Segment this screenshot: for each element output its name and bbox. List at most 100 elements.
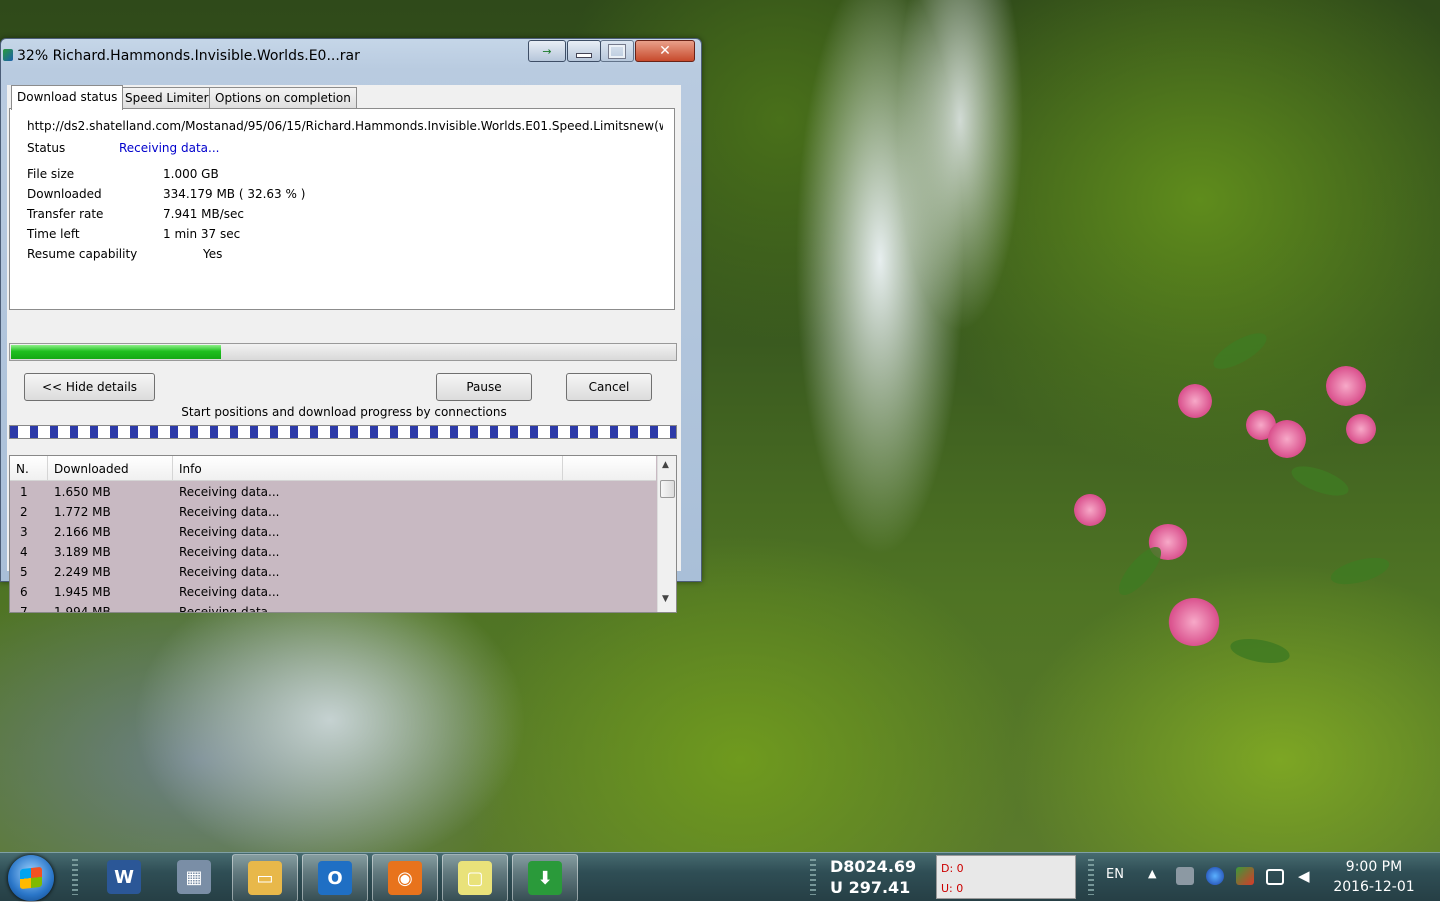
row-info: Receiving data... — [179, 525, 280, 539]
row-downloaded: 1.772 MB — [54, 505, 111, 519]
taskbar-app-outlook[interactable]: O — [302, 854, 368, 902]
row-info: Receiving data... — [179, 505, 280, 519]
outlook-icon: O — [318, 861, 352, 895]
row-downloaded: 1.994 MB — [54, 605, 111, 613]
row-number: 3 — [20, 525, 28, 539]
download-progress-bar — [9, 343, 677, 361]
row-number: 2 — [20, 505, 28, 519]
taskbar-grip[interactable] — [72, 859, 78, 895]
leaf — [1288, 460, 1352, 502]
taskbar-grip[interactable] — [1088, 859, 1094, 895]
leaf — [1228, 634, 1292, 668]
file-size-label: File size — [27, 167, 75, 181]
taskbar-app-firefox[interactable]: ◉ — [372, 854, 438, 902]
table-row[interactable]: 2 1.772 MB Receiving data... — [10, 502, 656, 522]
taskbar-app-sticky-notes[interactable]: ▢ — [442, 854, 508, 902]
upload-total: U 297.41 — [830, 878, 911, 897]
hide-details-button[interactable]: << Hide details — [24, 373, 155, 401]
row-number: 5 — [20, 565, 28, 579]
sticky-notes-icon: ▢ — [458, 861, 492, 895]
row-number: 6 — [20, 585, 28, 599]
taskbar-app-word[interactable]: W — [92, 854, 156, 900]
maximize-icon — [608, 43, 626, 59]
table-row[interactable]: 5 2.249 MB Receiving data... — [10, 562, 656, 582]
start-button[interactable] — [8, 855, 54, 901]
table-row[interactable]: 4 3.189 MB Receiving data... — [10, 542, 656, 562]
close-icon: ✕ — [659, 43, 671, 59]
row-info: Receiving data... — [179, 545, 280, 559]
table-row[interactable]: 1 1.650 MB Receiving data... — [10, 482, 656, 502]
scroll-down-icon[interactable]: ▼ — [662, 594, 669, 604]
word-icon: W — [107, 860, 141, 894]
show-hidden-icons-icon[interactable]: ▲ — [1148, 867, 1156, 880]
window-client-area: Download status Speed Limiter Options on… — [7, 85, 681, 613]
connections-scrollbar[interactable]: ▲ ▼ — [657, 456, 676, 612]
table-row[interactable]: 3 2.166 MB Receiving data... — [10, 522, 656, 542]
column-header-n[interactable]: N. — [10, 456, 48, 480]
table-row[interactable]: 7 1.994 MB Receiving data... — [10, 602, 656, 613]
language-indicator[interactable]: EN — [1106, 867, 1124, 882]
system-clock[interactable]: 9:00 PM 2016-12-01 — [1322, 857, 1426, 897]
scroll-up-icon[interactable]: ▲ — [662, 460, 669, 470]
cancel-button[interactable]: Cancel — [566, 373, 652, 401]
network-rate-box: D: 0 U: 0 — [936, 855, 1076, 899]
tab-download-status[interactable]: Download status — [11, 85, 124, 110]
downloaded-value: 334.179 MB ( 32.63 % ) — [163, 187, 306, 201]
flower — [1168, 598, 1220, 646]
download-status-panel: http://ds2.shatelland.com/Mostanad/95/06… — [9, 108, 675, 310]
minimize-button[interactable] — [567, 40, 601, 62]
firefox-icon: ◉ — [388, 861, 422, 895]
resume-capability-value: Yes — [203, 247, 223, 261]
minimize-to-tray-button[interactable]: → — [528, 40, 566, 62]
progress-fill — [11, 345, 221, 359]
volume-icon[interactable]: ◀ — [1298, 867, 1316, 885]
taskbar-app-idm[interactable]: ⬇ — [512, 854, 578, 902]
row-downloaded: 1.650 MB — [54, 485, 111, 499]
column-header-downloaded[interactable]: Downloaded — [48, 456, 173, 480]
taskbar: W ▦ ▭ O ◉ ▢ ⬇ D8024.69 U 297.41 D: 0 U: 0 EN ▲… — [0, 852, 1440, 902]
maximize-button[interactable] — [600, 40, 634, 62]
status-label: Status — [27, 141, 66, 155]
download-progress-window: 32% Richard.Hammonds.Invisible.Worlds.E0… — [0, 38, 702, 613]
app-tray-icon[interactable] — [1236, 867, 1254, 885]
row-downloaded: 2.166 MB — [54, 525, 111, 539]
table-row[interactable]: 6 1.945 MB Receiving data... — [10, 582, 656, 602]
network-globe-tray-icon[interactable] — [1206, 867, 1224, 885]
row-number: 7 — [20, 605, 28, 613]
scroll-thumb[interactable] — [660, 480, 675, 498]
tab-speed-limiter[interactable]: Speed Limiter — [119, 87, 215, 108]
file-size-value: 1.000 GB — [163, 167, 219, 181]
flower — [1074, 494, 1106, 526]
idm-app-icon — [3, 49, 13, 61]
close-button[interactable]: ✕ — [635, 40, 695, 62]
tab-options-on-completion[interactable]: Options on completion — [209, 87, 357, 108]
row-info: Receiving data... — [179, 565, 280, 579]
time-left-label: Time left — [27, 227, 80, 241]
title-bar[interactable]: 32% Richard.Hammonds.Invisible.Worlds.E0… — [1, 39, 701, 71]
pause-button[interactable]: Pause — [436, 373, 532, 401]
security-tray-icon[interactable] — [1176, 867, 1194, 885]
row-downloaded: 3.189 MB — [54, 545, 111, 559]
upload-rate: U: 0 — [941, 882, 964, 895]
connections-progress-bar — [9, 425, 677, 439]
taskbar-grip[interactable] — [810, 859, 816, 895]
flower — [1178, 384, 1212, 418]
connections-list[interactable]: N. Downloaded Info 1 1.650 MB Receiving … — [9, 455, 677, 613]
download-rate: D: 0 — [941, 862, 964, 875]
clock-time: 9:00 PM — [1345, 859, 1403, 875]
explorer-icon: ▭ — [248, 861, 282, 895]
taskbar-app-explorer[interactable]: ▭ — [232, 854, 298, 902]
download-url: http://ds2.shatelland.com/Mostanad/95/06… — [27, 119, 663, 133]
download-total: D8024.69 — [830, 857, 917, 876]
taskbar-app-calculator[interactable]: ▦ — [162, 854, 226, 900]
network-tray-icon[interactable] — [1266, 869, 1284, 885]
row-downloaded: 1.945 MB — [54, 585, 111, 599]
connections-list-header: N. Downloaded Info — [10, 456, 656, 481]
minimize-icon — [576, 52, 592, 58]
downloaded-label: Downloaded — [27, 187, 102, 201]
column-header-info[interactable]: Info — [173, 456, 563, 480]
row-number: 4 — [20, 545, 28, 559]
row-info: Receiving data... — [179, 585, 280, 599]
row-downloaded: 2.249 MB — [54, 565, 111, 579]
row-info: Receiving data... — [179, 485, 280, 499]
